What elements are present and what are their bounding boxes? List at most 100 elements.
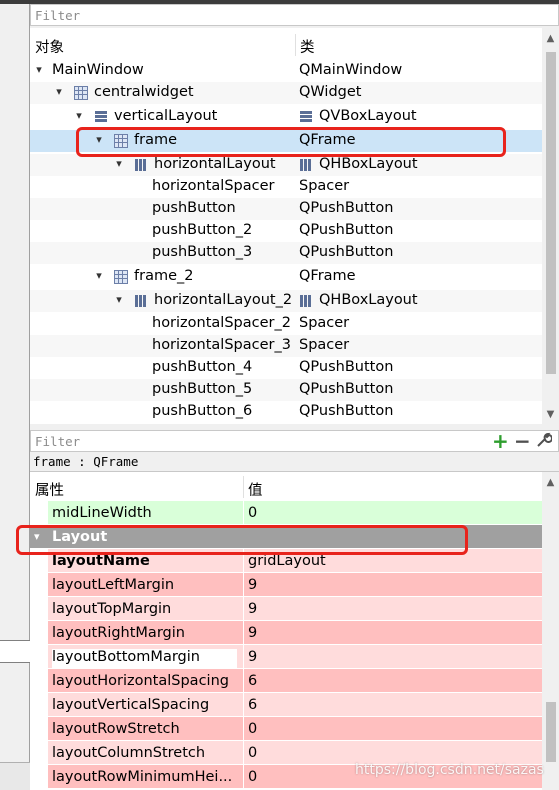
object-class: Spacer (299, 337, 350, 353)
property-row-layouttopmargin[interactable]: layoutTopMargin 9 (30, 597, 542, 621)
property-column-header[interactable]: 属性 (35, 479, 64, 500)
header-divider (295, 34, 296, 56)
object-name: frame_2 (134, 268, 194, 284)
value-divider (243, 717, 244, 741)
left-status (0, 762, 30, 790)
collapse-arrow-icon[interactable]: ▾ (92, 269, 106, 282)
tree-row-pushbutton[interactable]: pushButton QPushButton (30, 198, 542, 220)
tree-row-pushbutton-5[interactable]: pushButton_5 QPushButton (30, 379, 542, 401)
scroll-down-icon[interactable]: ▼ (542, 406, 559, 423)
tree-row-mainwindow[interactable]: ▾ MainWindow QMainWindow (30, 60, 542, 82)
property-value[interactable]: 0 (248, 721, 257, 737)
object-class: QPushButton (299, 359, 394, 375)
property-value[interactable]: 0 (248, 745, 257, 761)
tree-row-centralwidget[interactable]: ▾ centralwidget QWidget (30, 82, 542, 104)
remove-property-icon[interactable]: − (514, 431, 531, 451)
value-column-header[interactable]: 值 (248, 479, 263, 500)
object-tree-header: 对象 类 (30, 28, 542, 60)
collapse-arrow-icon[interactable]: ▾ (112, 157, 126, 170)
object-name: pushButton_4 (152, 359, 253, 375)
collapse-arrow-icon[interactable]: ▾ (52, 85, 66, 98)
property-name: layoutVerticalSpacing (52, 697, 210, 713)
configure-wrench-icon[interactable] (536, 432, 553, 450)
scroll-up-icon[interactable]: ▲ (542, 30, 559, 47)
property-row-layoutverticalspacing[interactable]: layoutVerticalSpacing 6 (30, 693, 542, 717)
object-class: QVBoxLayout (319, 108, 417, 124)
property-name: layoutTopMargin (52, 601, 172, 617)
object-class: QPushButton (299, 381, 394, 397)
property-filter-input[interactable]: Filter (30, 430, 559, 452)
property-row-layoutleftmargin[interactable]: layoutLeftMargin 9 (30, 573, 542, 597)
property-row-layoutrightmargin[interactable]: layoutRightMargin 9 (30, 621, 542, 645)
value-divider (243, 573, 244, 597)
object-column-header[interactable]: 对象 (35, 36, 64, 57)
left-panel-strip (0, 0, 30, 790)
property-value[interactable]: 9 (248, 577, 257, 593)
tree-row-horizontalspacer-3[interactable]: horizontalSpacer_3 Spacer (30, 335, 542, 357)
property-table-scrollbar[interactable]: ▲ (542, 472, 559, 790)
tree-row-horizontalspacer[interactable]: horizontalSpacer Spacer (30, 176, 542, 198)
highlight-box-layout (16, 525, 468, 555)
object-name: horizontalSpacer (152, 178, 275, 194)
left-field[interactable] (0, 640, 30, 663)
row-indent (30, 597, 48, 621)
property-row-layoutbottommargin[interactable]: layoutBottomMargin 9 (30, 645, 542, 669)
object-name: horizontalLayout_2 (154, 292, 293, 308)
property-value[interactable]: 0 (248, 505, 257, 521)
property-value[interactable]: 9 (248, 601, 257, 617)
property-name: layoutName (52, 553, 150, 569)
property-name: layoutRightMargin (52, 625, 185, 641)
scroll-thumb[interactable] (546, 52, 556, 374)
tree-row-horizontallayout[interactable]: ▾ horizontalLayout QHBoxLayout (30, 154, 542, 176)
property-name: layoutRowMinimumHei... (52, 769, 233, 785)
property-value[interactable]: 6 (248, 697, 257, 713)
scroll-thumb[interactable] (546, 702, 556, 762)
value-divider (243, 765, 244, 789)
row-indent (30, 765, 48, 789)
tree-row-pushbutton-6[interactable]: pushButton_6 QPushButton (30, 401, 542, 423)
class-column-header[interactable]: 类 (300, 36, 315, 57)
object-filter-input[interactable]: Filter (30, 4, 559, 26)
property-name: layoutRowStretch (52, 721, 180, 737)
collapse-arrow-icon[interactable]: ▾ (112, 293, 126, 306)
object-class: QHBoxLayout (319, 292, 418, 308)
tree-row-verticallayout[interactable]: ▾ verticalLayout QVBoxLayout (30, 106, 542, 128)
object-tree[interactable]: 对象 类 ▾ MainWindow QMainWindow ▾ centralw… (30, 28, 542, 424)
collapse-arrow-icon[interactable]: ▾ (32, 63, 46, 76)
current-object-label: frame : QFrame (30, 452, 559, 472)
object-class: Spacer (299, 178, 350, 194)
object-name: horizontalSpacer_2 (152, 315, 291, 331)
collapse-arrow-icon[interactable]: ▾ (72, 109, 86, 122)
object-name: pushButton_6 (152, 403, 253, 419)
property-value[interactable]: 9 (248, 649, 257, 665)
object-tree-scrollbar[interactable]: ▲ ▼ (542, 28, 559, 424)
object-name: pushButton_2 (152, 222, 253, 238)
watermark: https://blog.csdn.net/sazas (355, 762, 544, 778)
tree-row-pushbutton-3[interactable]: pushButton_3 QPushButton (30, 242, 542, 264)
object-name: pushButton_5 (152, 381, 253, 397)
value-divider (243, 669, 244, 693)
value-divider (243, 741, 244, 765)
scroll-up-icon[interactable]: ▲ (542, 474, 559, 491)
property-table[interactable]: 属性 值 midLineWidth 0 ▾ Layout layoutName … (30, 472, 542, 790)
object-name: MainWindow (52, 62, 144, 78)
object-class: QWidget (299, 84, 362, 100)
tree-row-horizontalspacer-2[interactable]: horizontalSpacer_2 Spacer (30, 313, 542, 335)
property-value[interactable]: 9 (248, 625, 257, 641)
object-name: pushButton_3 (152, 244, 253, 260)
add-property-icon[interactable]: + (492, 431, 509, 451)
property-row-midlinewidth[interactable]: midLineWidth 0 (30, 501, 542, 525)
hbox-layout-icon (134, 158, 148, 172)
row-indent (30, 573, 48, 597)
tree-row-pushbutton-4[interactable]: pushButton_4 QPushButton (30, 357, 542, 379)
tree-row-frame-2[interactable]: ▾ frame_2 QFrame (30, 266, 542, 288)
property-value[interactable]: gridLayout (248, 553, 326, 569)
tree-row-horizontallayout-2[interactable]: ▾ horizontalLayout_2 QHBoxLayout (30, 290, 542, 312)
property-row-layouthorizontalspacing[interactable]: layoutHorizontalSpacing 6 (30, 669, 542, 693)
header-divider (243, 476, 244, 498)
tree-row-pushbutton-2[interactable]: pushButton_2 QPushButton (30, 220, 542, 242)
property-value[interactable]: 6 (248, 673, 257, 689)
property-value[interactable]: 0 (248, 769, 257, 785)
property-row-layoutrowstretch[interactable]: layoutRowStretch 0 (30, 717, 542, 741)
highlight-box-frame (76, 127, 506, 157)
